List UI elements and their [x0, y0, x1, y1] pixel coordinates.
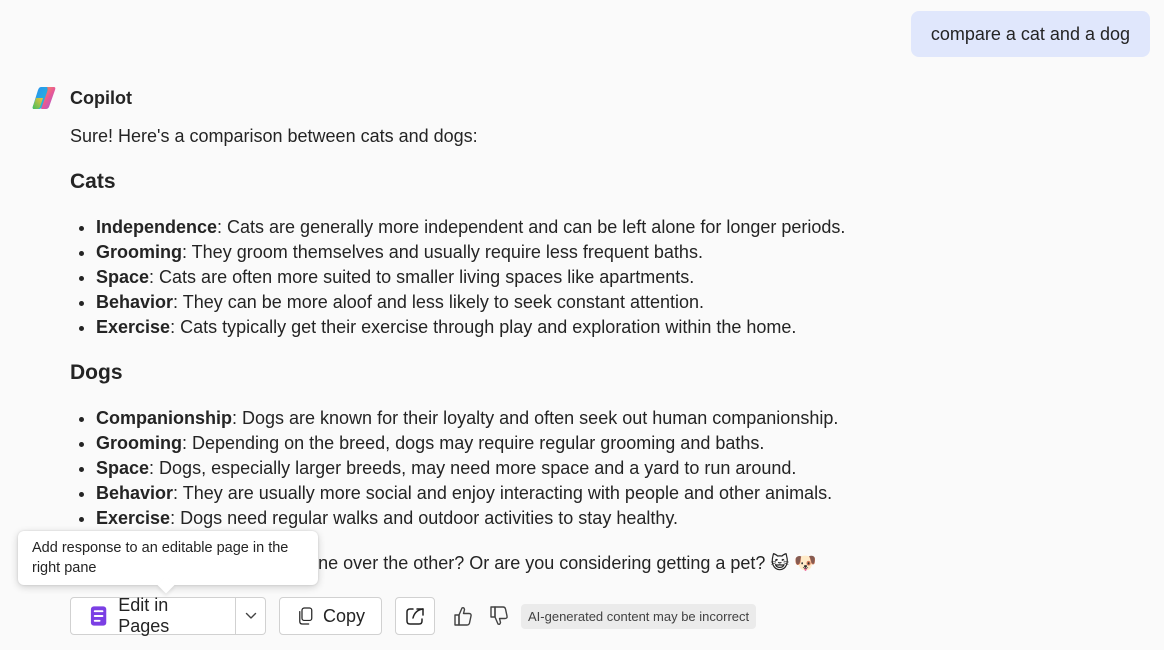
list-item-term: Grooming — [96, 242, 182, 262]
ai-disclaimer-text: AI-generated content may be incorrect — [528, 608, 750, 624]
list-item-text: : They are usually more social and enjoy… — [173, 483, 833, 503]
list-item: Exercise: Cats typically get their exerc… — [96, 315, 970, 340]
cats-list: Independence: Cats are generally more in… — [70, 215, 970, 340]
list-item: Behavior: They are usually more social a… — [96, 481, 970, 506]
list-item: Space: Cats are often more suited to sma… — [96, 265, 970, 290]
list-item-text: : They can be more aloof and less likely… — [173, 292, 705, 312]
list-item-term: Space — [96, 458, 150, 478]
list-item-text: : They groom themselves and usually requ… — [182, 242, 703, 262]
edit-options-dropdown[interactable] — [236, 597, 266, 635]
list-item: Grooming: Depending on the breed, dogs m… — [96, 431, 970, 456]
edit-in-pages-split-button: Edit in Pages — [70, 595, 266, 636]
list-item-text: : Dogs are known for their loyalty and o… — [232, 408, 839, 428]
share-button[interactable] — [395, 597, 435, 635]
chevron-down-icon — [245, 612, 256, 619]
thumbs-down-button[interactable] — [481, 597, 517, 635]
assistant-response: Sure! Here's a comparison between cats a… — [70, 124, 970, 576]
list-item: Independence: Cats are generally more in… — [96, 215, 970, 240]
assistant-name: Copilot — [70, 87, 132, 108]
user-message-text: compare a cat and a dog — [930, 23, 1130, 44]
list-item: Space: Dogs, especially larger breeds, m… — [96, 456, 970, 481]
assistant-header: Copilot — [30, 84, 132, 112]
edit-in-pages-button[interactable]: Edit in Pages — [70, 595, 236, 636]
list-item: Exercise: Dogs need regular walks and ou… — [96, 506, 970, 531]
list-item-term: Exercise — [96, 508, 171, 528]
section-heading-cats: Cats — [70, 170, 116, 193]
list-item-term: Exercise — [96, 317, 171, 337]
user-message-bubble: compare a cat and a dog — [910, 11, 1150, 57]
list-item-text: : Dogs need regular walks and outdoor ac… — [170, 508, 679, 528]
list-item: Companionship: Dogs are known for their … — [96, 406, 970, 431]
list-item-text: : Cats typically get their exercise thro… — [170, 317, 797, 337]
pages-icon — [90, 606, 107, 626]
response-toolbar: Edit in Pages Copy AI-generated content … — [70, 595, 757, 636]
section-heading-dogs: Dogs — [70, 361, 123, 384]
response-intro: Sure! Here's a comparison between cats a… — [70, 126, 478, 146]
list-item-term: Independence — [96, 217, 218, 237]
thumbs-down-icon — [490, 606, 508, 625]
dogs-list: Companionship: Dogs are known for their … — [70, 406, 970, 531]
thumbs-up-button[interactable] — [445, 597, 481, 635]
list-item-term: Space — [96, 267, 150, 287]
tooltip-text: Add response to an editable page in the … — [32, 540, 289, 576]
list-item-term: Behavior — [96, 483, 174, 503]
list-item-term: Companionship — [96, 408, 232, 428]
list-item-term: Behavior — [96, 292, 174, 312]
list-item: Grooming: They groom themselves and usua… — [96, 240, 970, 265]
list-item-text: : Cats are generally more independent an… — [217, 217, 846, 237]
share-icon — [406, 608, 424, 625]
list-item-text: : Cats are often more suited to smaller … — [149, 267, 695, 287]
thumbs-up-icon — [454, 607, 472, 626]
list-item-text: : Depending on the breed, dogs may requi… — [182, 433, 765, 453]
copy-label: Copy — [322, 605, 365, 626]
ai-disclaimer-badge: AI-generated content may be incorrect — [521, 603, 757, 629]
edit-in-pages-tooltip: Add response to an editable page in the … — [18, 531, 318, 585]
edit-in-pages-label: Edit in Pages — [118, 595, 170, 636]
copy-button[interactable]: Copy — [279, 597, 382, 635]
list-item: Behavior: They can be more aloof and les… — [96, 290, 970, 315]
copilot-logo-icon — [32, 87, 56, 109]
copy-icon — [299, 607, 313, 625]
list-item-term: Grooming — [96, 433, 182, 453]
list-item-text: : Dogs, especially larger breeds, may ne… — [149, 458, 797, 478]
